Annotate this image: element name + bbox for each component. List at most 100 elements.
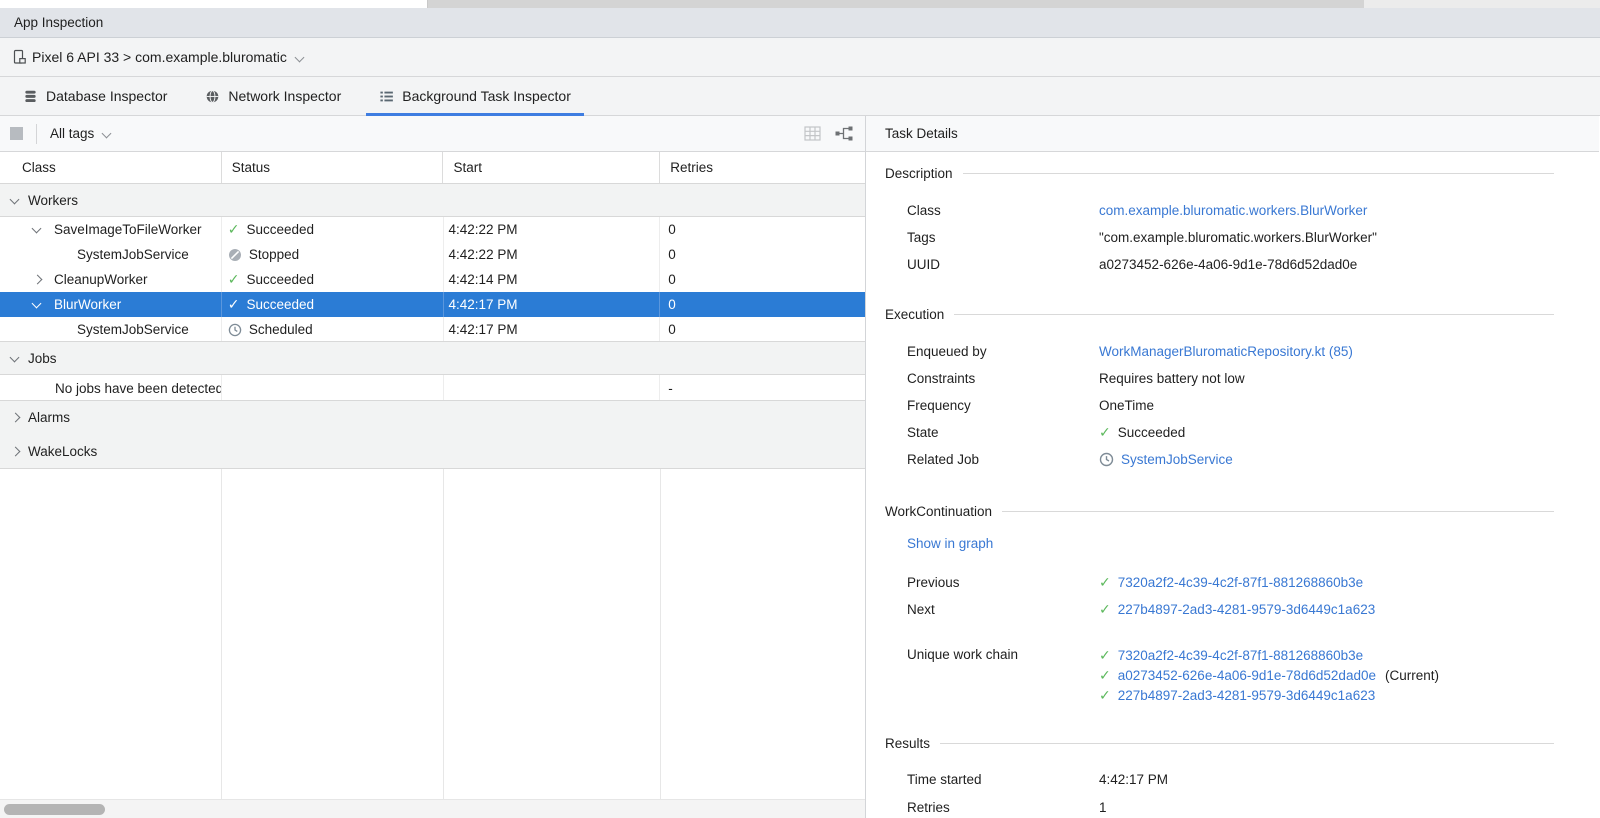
section-rule	[940, 743, 1554, 744]
database-icon	[23, 89, 38, 104]
column-header-status[interactable]: Status	[222, 152, 444, 183]
device-phone-icon	[11, 49, 27, 65]
task-toolbar: All tags	[0, 116, 865, 152]
panel-title-bar: App Inspection	[0, 8, 1600, 38]
chain-item-current: ✓ a0273452-626e-4a06-9d1e-78d6d52dad0e (Cu…	[1099, 665, 1439, 685]
list-icon	[379, 89, 394, 104]
column-divider	[221, 469, 222, 799]
chevron-down-icon	[10, 196, 19, 205]
section-description: Description	[885, 165, 1599, 181]
toolbar-divider	[36, 124, 37, 144]
scrollbar-thumb[interactable]	[4, 804, 105, 815]
succeeded-icon: ✓	[1099, 601, 1111, 618]
top-strip-right	[1364, 0, 1600, 8]
horizontal-scrollbar[interactable]	[0, 799, 865, 818]
group-row-alarms[interactable]: Alarms	[0, 400, 865, 435]
succeeded-icon: ✓	[228, 221, 240, 238]
class-link[interactable]: com.example.bluromatic.workers.BlurWorke…	[1099, 203, 1367, 218]
table-row-empty: No jobs have been detected -	[0, 375, 865, 401]
previous-work-link[interactable]: 7320a2f2-4c39-4c2f-87f1-881268860b3e	[1118, 575, 1363, 590]
panel-title: App Inspection	[14, 15, 103, 30]
tab-background-task-inspector[interactable]: Background Task Inspector	[366, 77, 584, 115]
table-header: Class Status Start Retries	[0, 152, 865, 184]
inspector-tab-bar: Database Inspector Network Inspector Bac…	[0, 77, 1600, 116]
detail-row-unique-work-chain: Unique work chain ✓7320a2f2-4c39-4c2f-87…	[907, 645, 1599, 705]
group-row-jobs[interactable]: Jobs	[0, 341, 865, 375]
related-job-link[interactable]: SystemJobService	[1121, 452, 1233, 467]
device-process-bar: Pixel 6 API 33 > com.example.bluromatic	[0, 38, 1600, 77]
globe-icon	[205, 89, 220, 104]
detail-row-uuid: UUID a0273452-626e-4a06-9d1e-78d6d52dad0…	[907, 251, 1599, 278]
succeeded-icon: ✓	[228, 271, 240, 288]
device-process-selector[interactable]: Pixel 6 API 33 > com.example.bluromatic	[32, 49, 287, 65]
task-details-content: Description Class com.example.bluromatic…	[866, 152, 1599, 818]
column-header-class[interactable]: Class	[0, 152, 222, 183]
clock-icon	[1099, 452, 1114, 467]
succeeded-icon: ✓	[1099, 647, 1111, 664]
succeeded-icon: ✓	[228, 296, 240, 313]
succeeded-icon: ✓	[1099, 574, 1111, 591]
table-row-selected[interactable]: BlurWorker ✓Succeeded 4:42:17 PM 0	[0, 292, 865, 317]
task-details-title: Task Details	[885, 126, 958, 141]
tab-database-inspector[interactable]: Database Inspector	[10, 77, 180, 115]
chevron-down-icon	[10, 354, 19, 363]
stopped-icon	[228, 248, 242, 262]
column-header-retries[interactable]: Retries	[660, 152, 865, 183]
succeeded-icon: ✓	[1099, 687, 1111, 704]
detail-row-retries: Retries 1	[907, 793, 1599, 818]
detail-row-state: State ✓Succeeded	[907, 419, 1599, 446]
table-row[interactable]: SystemJobService Stopped 4:42:22 PM 0	[0, 242, 865, 267]
section-results: Results	[885, 735, 1599, 751]
graph-view-icon[interactable]	[831, 122, 857, 146]
column-divider	[443, 469, 444, 799]
detail-row-previous: Previous ✓7320a2f2-4c39-4c2f-87f1-881268…	[907, 569, 1599, 596]
detail-row-frequency: Frequency OneTime	[907, 392, 1599, 419]
current-marker: (Current)	[1385, 668, 1439, 683]
tag-filter-dropdown[interactable]: All tags	[50, 126, 111, 141]
detail-row-constraints: Constraints Requires battery not low	[907, 365, 1599, 392]
chevron-down-icon	[32, 300, 41, 309]
detail-row-enqueued-by: Enqueued by WorkManagerBluromaticReposit…	[907, 338, 1599, 365]
top-strip-left	[0, 0, 428, 8]
group-row-workers[interactable]: Workers	[0, 183, 865, 217]
chevron-right-icon	[32, 275, 41, 284]
task-table-panel: All tags Class Status Start Retries	[0, 116, 866, 818]
table-row[interactable]: SystemJobService Scheduled 4:42:17 PM 0	[0, 317, 865, 342]
chain-work-link[interactable]: a0273452-626e-4a06-9d1e-78d6d52dad0e	[1118, 668, 1376, 683]
task-details-header: Task Details	[866, 116, 1599, 152]
section-execution: Execution	[885, 306, 1599, 322]
enqueued-by-link[interactable]: WorkManagerBluromaticRepository.kt (85)	[1099, 344, 1353, 359]
chain-work-link[interactable]: 227b4897-2ad3-4281-9579-3d6449c1a623	[1118, 688, 1375, 703]
chevron-right-icon	[10, 447, 19, 456]
section-rule	[954, 314, 1554, 315]
chevron-down-icon	[32, 225, 41, 234]
succeeded-icon: ✓	[1099, 424, 1111, 441]
task-details-panel: Task Details Description Class com.examp…	[866, 116, 1599, 818]
group-row-wakelocks[interactable]: WakeLocks	[0, 434, 865, 469]
chain-work-link[interactable]: 7320a2f2-4c39-4c2f-87f1-881268860b3e	[1118, 648, 1363, 663]
table-view-icon[interactable]	[799, 122, 825, 146]
app-inspection-window: App Inspection Pixel 6 API 33 > com.exam…	[0, 0, 1600, 818]
section-rule	[1002, 511, 1554, 512]
column-header-start[interactable]: Start	[443, 152, 660, 183]
chevron-down-icon[interactable]	[295, 53, 304, 62]
chevron-right-icon	[10, 413, 19, 422]
detail-row-class: Class com.example.bluromatic.workers.Blu…	[907, 197, 1599, 224]
chevron-down-icon	[102, 129, 111, 138]
chain-item: ✓ 7320a2f2-4c39-4c2f-87f1-881268860b3e	[1099, 645, 1439, 665]
top-strip-middle	[428, 0, 1364, 8]
section-rule	[963, 173, 1554, 174]
tab-network-inspector[interactable]: Network Inspector	[192, 77, 354, 115]
stop-inspection-icon[interactable]	[10, 127, 23, 140]
detail-row-next: Next ✓227b4897-2ad3-4281-9579-3d6449c1a6…	[907, 596, 1599, 623]
succeeded-icon: ✓	[1099, 667, 1111, 684]
top-strip	[0, 0, 1600, 8]
table-empty-area	[0, 469, 865, 799]
table-row[interactable]: CleanupWorker ✓Succeeded 4:42:14 PM 0	[0, 267, 865, 292]
detail-row-related-job: Related Job SystemJobService	[907, 446, 1599, 473]
next-work-link[interactable]: 227b4897-2ad3-4281-9579-3d6449c1a623	[1118, 602, 1375, 617]
table-row[interactable]: SaveImageToFileWorker ✓Succeeded 4:42:22…	[0, 217, 865, 242]
section-workcontinuation: WorkContinuation	[885, 503, 1599, 519]
show-in-graph-link[interactable]: Show in graph	[907, 536, 993, 551]
detail-row-tags: Tags "com.example.bluromatic.workers.Blu…	[907, 224, 1599, 251]
